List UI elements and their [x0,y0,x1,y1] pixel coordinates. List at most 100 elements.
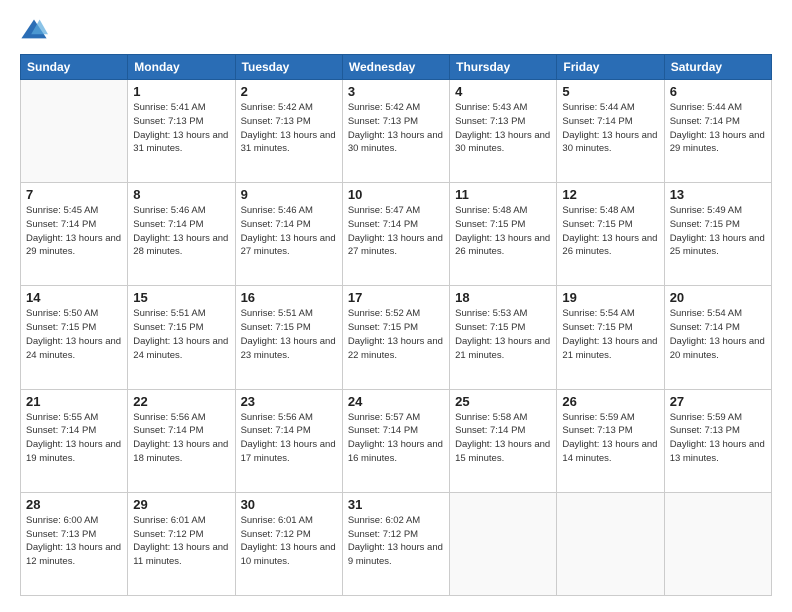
day-number: 5 [562,84,658,99]
day-number: 13 [670,187,766,202]
day-cell: 12 Sunrise: 5:48 AMSunset: 7:15 PMDayligh… [557,183,664,286]
day-cell [664,492,771,595]
day-number: 9 [241,187,337,202]
day-info: Sunrise: 5:44 AMSunset: 7:14 PMDaylight:… [562,101,658,156]
day-number: 12 [562,187,658,202]
day-info: Sunrise: 5:43 AMSunset: 7:13 PMDaylight:… [455,101,551,156]
day-number: 20 [670,290,766,305]
week-row-5: 28 Sunrise: 6:00 AMSunset: 7:13 PMDayligh… [21,492,772,595]
day-info: Sunrise: 5:51 AMSunset: 7:15 PMDaylight:… [241,307,337,362]
day-cell: 8Sunrise: 5:46 AMSunset: 7:14 PMDaylight… [128,183,235,286]
day-number: 23 [241,394,337,409]
day-cell [557,492,664,595]
day-info: Sunrise: 6:00 AMSunset: 7:13 PMDaylight:… [26,514,122,569]
day-number: 3 [348,84,444,99]
day-cell [450,492,557,595]
day-number: 6 [670,84,766,99]
day-number: 29 [133,497,229,512]
day-cell: 20 Sunrise: 5:54 AMSunset: 7:14 PMDayligh… [664,286,771,389]
day-number: 19 [562,290,658,305]
day-number: 26 [562,394,658,409]
day-info: Sunrise: 5:51 AMSunset: 7:15 PMDaylight:… [133,307,229,362]
day-info: Sunrise: 5:54 AMSunset: 7:15 PMDaylight:… [562,307,658,362]
day-cell: 9 Sunrise: 5:46 AMSunset: 7:14 PMDaylight… [235,183,342,286]
day-cell: 18 Sunrise: 5:53 AMSunset: 7:15 PMDayligh… [450,286,557,389]
day-cell: 6Sunrise: 5:44 AMSunset: 7:14 PMDaylight… [664,80,771,183]
day-header-sunday: Sunday [21,55,128,80]
day-info: Sunrise: 5:59 AMSunset: 7:13 PMDaylight:… [670,411,766,466]
day-info: Sunrise: 5:45 AMSunset: 7:14 PMDaylight:… [26,204,122,259]
day-header-wednesday: Wednesday [342,55,449,80]
day-number: 28 [26,497,122,512]
day-cell: 5 Sunrise: 5:44 AMSunset: 7:14 PMDaylight… [557,80,664,183]
day-info: Sunrise: 5:41 AMSunset: 7:13 PMDaylight:… [133,101,229,156]
day-cell: 30 Sunrise: 6:01 AMSunset: 7:12 PMDayligh… [235,492,342,595]
day-number: 15 [133,290,229,305]
day-cell: 15 Sunrise: 5:51 AMSunset: 7:15 PMDayligh… [128,286,235,389]
day-header-friday: Friday [557,55,664,80]
day-cell: 11Sunrise: 5:48 AMSunset: 7:15 PMDayligh… [450,183,557,286]
day-cell: 14 Sunrise: 5:50 AMSunset: 7:15 PMDayligh… [21,286,128,389]
day-info: Sunrise: 5:57 AMSunset: 7:14 PMDaylight:… [348,411,444,466]
day-number: 17 [348,290,444,305]
day-header-thursday: Thursday [450,55,557,80]
day-info: Sunrise: 5:58 AMSunset: 7:14 PMDaylight:… [455,411,551,466]
day-cell: 27 Sunrise: 5:59 AMSunset: 7:13 PMDayligh… [664,389,771,492]
day-cell: 29 Sunrise: 6:01 AMSunset: 7:12 PMDayligh… [128,492,235,595]
day-info: Sunrise: 5:52 AMSunset: 7:15 PMDaylight:… [348,307,444,362]
day-number: 30 [241,497,337,512]
week-row-4: 21 Sunrise: 5:55 AMSunset: 7:14 PMDayligh… [21,389,772,492]
logo-icon [20,16,48,44]
day-header-saturday: Saturday [664,55,771,80]
day-cell: 3 Sunrise: 5:42 AMSunset: 7:13 PMDaylight… [342,80,449,183]
day-info: Sunrise: 5:54 AMSunset: 7:14 PMDaylight:… [670,307,766,362]
day-info: Sunrise: 6:02 AMSunset: 7:12 PMDaylight:… [348,514,444,569]
day-cell: 28 Sunrise: 6:00 AMSunset: 7:13 PMDayligh… [21,492,128,595]
day-cell: 17 Sunrise: 5:52 AMSunset: 7:15 PMDayligh… [342,286,449,389]
day-cell: 21 Sunrise: 5:55 AMSunset: 7:14 PMDayligh… [21,389,128,492]
day-number: 31 [348,497,444,512]
day-cell: 7 Sunrise: 5:45 AMSunset: 7:14 PMDaylight… [21,183,128,286]
week-row-3: 14 Sunrise: 5:50 AMSunset: 7:15 PMDayligh… [21,286,772,389]
day-cell: 10 Sunrise: 5:47 AMSunset: 7:14 PMDayligh… [342,183,449,286]
day-cell [21,80,128,183]
day-cell: 16 Sunrise: 5:51 AMSunset: 7:15 PMDayligh… [235,286,342,389]
day-number: 1 [133,84,229,99]
day-number: 24 [348,394,444,409]
day-cell: 24 Sunrise: 5:57 AMSunset: 7:14 PMDayligh… [342,389,449,492]
day-info: Sunrise: 5:59 AMSunset: 7:13 PMDaylight:… [562,411,658,466]
day-cell: 13 Sunrise: 5:49 AMSunset: 7:15 PMDayligh… [664,183,771,286]
day-number: 2 [241,84,337,99]
day-info: Sunrise: 5:42 AMSunset: 7:13 PMDaylight:… [348,101,444,156]
day-info: Sunrise: 5:46 AMSunset: 7:14 PMDaylight:… [133,204,229,259]
day-number: 11 [455,187,551,202]
day-number: 21 [26,394,122,409]
day-number: 14 [26,290,122,305]
day-info: Sunrise: 5:46 AMSunset: 7:14 PMDaylight:… [241,204,337,259]
day-info: Sunrise: 5:53 AMSunset: 7:15 PMDaylight:… [455,307,551,362]
day-number: 16 [241,290,337,305]
day-info: Sunrise: 6:01 AMSunset: 7:12 PMDaylight:… [241,514,337,569]
day-cell: 1 Sunrise: 5:41 AMSunset: 7:13 PMDaylight… [128,80,235,183]
day-number: 7 [26,187,122,202]
week-row-2: 7 Sunrise: 5:45 AMSunset: 7:14 PMDaylight… [21,183,772,286]
day-number: 4 [455,84,551,99]
day-info: Sunrise: 5:42 AMSunset: 7:13 PMDaylight:… [241,101,337,156]
day-info: Sunrise: 5:47 AMSunset: 7:14 PMDaylight:… [348,204,444,259]
day-info: Sunrise: 6:01 AMSunset: 7:12 PMDaylight:… [133,514,229,569]
day-info: Sunrise: 5:55 AMSunset: 7:14 PMDaylight:… [26,411,122,466]
header [20,16,772,44]
day-number: 25 [455,394,551,409]
day-header-monday: Monday [128,55,235,80]
day-number: 18 [455,290,551,305]
day-info: Sunrise: 5:50 AMSunset: 7:15 PMDaylight:… [26,307,122,362]
day-info: Sunrise: 5:48 AMSunset: 7:15 PMDaylight:… [562,204,658,259]
day-number: 10 [348,187,444,202]
day-info: Sunrise: 5:56 AMSunset: 7:14 PMDaylight:… [133,411,229,466]
day-cell: 4 Sunrise: 5:43 AMSunset: 7:13 PMDaylight… [450,80,557,183]
day-cell: 25 Sunrise: 5:58 AMSunset: 7:14 PMDayligh… [450,389,557,492]
day-header-tuesday: Tuesday [235,55,342,80]
day-info: Sunrise: 5:49 AMSunset: 7:15 PMDaylight:… [670,204,766,259]
day-number: 27 [670,394,766,409]
day-cell: 31 Sunrise: 6:02 AMSunset: 7:12 PMDayligh… [342,492,449,595]
